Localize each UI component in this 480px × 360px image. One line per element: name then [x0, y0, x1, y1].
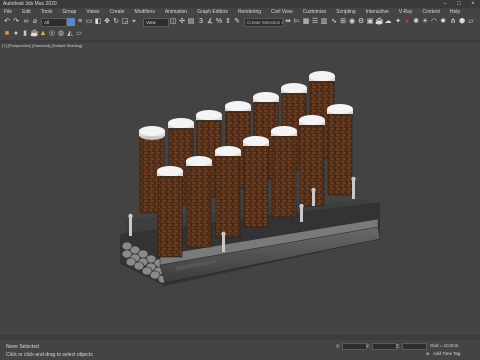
- ribbon-toggle-icon[interactable]: ▥: [320, 18, 328, 26]
- vray-light-icon[interactable]: ✺: [412, 18, 420, 26]
- menu-civil-view[interactable]: Civil View: [271, 8, 293, 16]
- move-icon[interactable]: ✥: [103, 18, 111, 26]
- menu-bar: File Edit Tools Group Views Create Modifiers An…: [0, 8, 480, 16]
- close-icon[interactable]: ×: [466, 0, 480, 8]
- menu-interactive[interactable]: Interactive: [366, 8, 389, 16]
- y-coordinate-field[interactable]: Y:: [366, 343, 398, 350]
- vray-proxy-icon[interactable]: ⬢: [458, 18, 466, 26]
- vray-ies-light-icon[interactable]: ✹: [439, 18, 447, 26]
- align-icon[interactable]: ⊨: [293, 18, 301, 26]
- create-box-icon[interactable]: ■: [3, 30, 11, 38]
- time-tag-icon[interactable]: ◆: [426, 351, 429, 357]
- spinner-snap-icon[interactable]: ⇕: [224, 18, 232, 26]
- snaps-toggle-icon[interactable]: 3: [197, 18, 205, 26]
- jar-front-1: [157, 166, 183, 258]
- create-torus-icon[interactable]: ◎: [48, 30, 56, 38]
- jar-front-4: [243, 136, 269, 228]
- menu-graph-editors[interactable]: Graph Editors: [197, 8, 228, 16]
- selection-status: None Selected: [6, 344, 39, 350]
- create-cylinder-icon[interactable]: ▮: [21, 30, 29, 38]
- prompt-line: Click or click-and-drag to select object…: [6, 352, 93, 358]
- placement-icon[interactable]: ⌖: [130, 18, 138, 26]
- menu-vray[interactable]: V-Ray: [399, 8, 413, 16]
- menu-file[interactable]: File: [4, 8, 12, 16]
- jar-front-5: [271, 126, 297, 218]
- jar-front-3: [215, 146, 241, 238]
- mirror-icon[interactable]: ⇹: [284, 18, 292, 26]
- menu-animation[interactable]: Animation: [165, 8, 187, 16]
- create-tube-icon[interactable]: ◍: [57, 30, 65, 38]
- vray-plane-icon[interactable]: ▱: [467, 18, 475, 26]
- status-bar: None Selected Click or click-and-drag to…: [0, 340, 480, 360]
- schematic-view-icon[interactable]: ⊞: [339, 18, 347, 26]
- menu-customize[interactable]: Customize: [303, 8, 327, 16]
- select-object-icon[interactable]: [67, 18, 75, 26]
- create-pyramid-icon[interactable]: ◭: [66, 30, 74, 38]
- window-title: Autodesk 3ds Max 2020: [3, 1, 57, 7]
- z-coordinate-field[interactable]: Z:: [396, 343, 427, 350]
- menu-content[interactable]: Content: [422, 8, 440, 16]
- jar-front-2: [186, 156, 212, 248]
- window-crossing-icon[interactable]: ◧: [94, 18, 102, 26]
- vray-dome-light-icon[interactable]: ◠: [430, 18, 438, 26]
- pivot-center-icon[interactable]: ◫: [169, 18, 177, 26]
- rectangle-selection-icon[interactable]: ▭: [85, 18, 93, 26]
- menu-tools[interactable]: Tools: [41, 8, 53, 16]
- jar-front-7: [327, 104, 353, 196]
- vray-fur-icon[interactable]: ⋔: [449, 18, 457, 26]
- select-by-name-icon[interactable]: ≡: [76, 18, 84, 26]
- keyboard-shortcut-icon[interactable]: ▤: [187, 18, 195, 26]
- link-icon[interactable]: ∞: [22, 18, 30, 26]
- unlink-icon[interactable]: ⌀: [31, 18, 39, 26]
- menu-create[interactable]: Create: [110, 8, 125, 16]
- vray-sun-icon[interactable]: ☀: [421, 18, 429, 26]
- layer-explorer-icon[interactable]: ▦: [302, 18, 310, 26]
- menu-modifiers[interactable]: Modifiers: [135, 8, 155, 16]
- menu-scripting[interactable]: Scripting: [336, 8, 355, 16]
- rendered-frame-window-icon[interactable]: ▣: [366, 18, 374, 26]
- menu-group[interactable]: Group: [62, 8, 76, 16]
- create-plane-icon[interactable]: ▱: [75, 30, 83, 38]
- select-manipulate-icon[interactable]: ✣: [178, 18, 186, 26]
- menu-edit[interactable]: Edit: [22, 8, 31, 16]
- x-coordinate-field[interactable]: X:: [336, 343, 368, 350]
- vray-vfb-icon[interactable]: ●: [403, 18, 411, 26]
- menu-help[interactable]: Help: [450, 8, 460, 16]
- material-editor-icon[interactable]: ◉: [348, 18, 356, 26]
- menu-rendering[interactable]: Rendering: [238, 8, 261, 16]
- scale-icon[interactable]: ◲: [121, 18, 129, 26]
- render-in-cloud-icon[interactable]: ☁: [384, 18, 392, 26]
- render-production-icon[interactable]: ☕: [375, 18, 384, 26]
- perspective-viewport[interactable]: [0, 49, 480, 333]
- minimize-icon[interactable]: –: [438, 0, 452, 8]
- redo-icon[interactable]: ↷: [12, 18, 20, 26]
- undo-icon[interactable]: ↶: [3, 18, 11, 26]
- scene-explorer-icon[interactable]: ☰: [311, 18, 319, 26]
- maximize-icon[interactable]: □: [452, 0, 466, 8]
- title-bar: Autodesk 3ds Max 2020 – □ ×: [0, 0, 480, 8]
- create-sphere-icon[interactable]: ●: [12, 30, 20, 38]
- grid-size: Grid = 10,0cm: [430, 343, 459, 348]
- create-teapot-icon[interactable]: ☕: [30, 30, 39, 38]
- create-cone-icon[interactable]: ▲: [39, 30, 47, 38]
- render-setup-icon[interactable]: ⚙: [357, 18, 365, 26]
- angle-snap-icon[interactable]: ∡: [206, 18, 214, 26]
- vray-render-icon[interactable]: ✦: [394, 18, 402, 26]
- selection-filter-dropdown[interactable]: All: [41, 18, 67, 27]
- curve-editor-icon[interactable]: ∿: [330, 18, 338, 26]
- menu-views[interactable]: Views: [86, 8, 99, 16]
- scene-render: [120, 71, 381, 286]
- percent-snap-icon[interactable]: %: [215, 18, 223, 26]
- add-time-tag-button[interactable]: Add Time Tag: [433, 351, 460, 356]
- rotate-icon[interactable]: ↻: [112, 18, 120, 26]
- named-selection-set-input[interactable]: Create Selection Se: [244, 18, 284, 27]
- edit-named-selection-icon[interactable]: ✎: [233, 18, 241, 26]
- reference-coordinate-dropdown[interactable]: View: [143, 18, 169, 27]
